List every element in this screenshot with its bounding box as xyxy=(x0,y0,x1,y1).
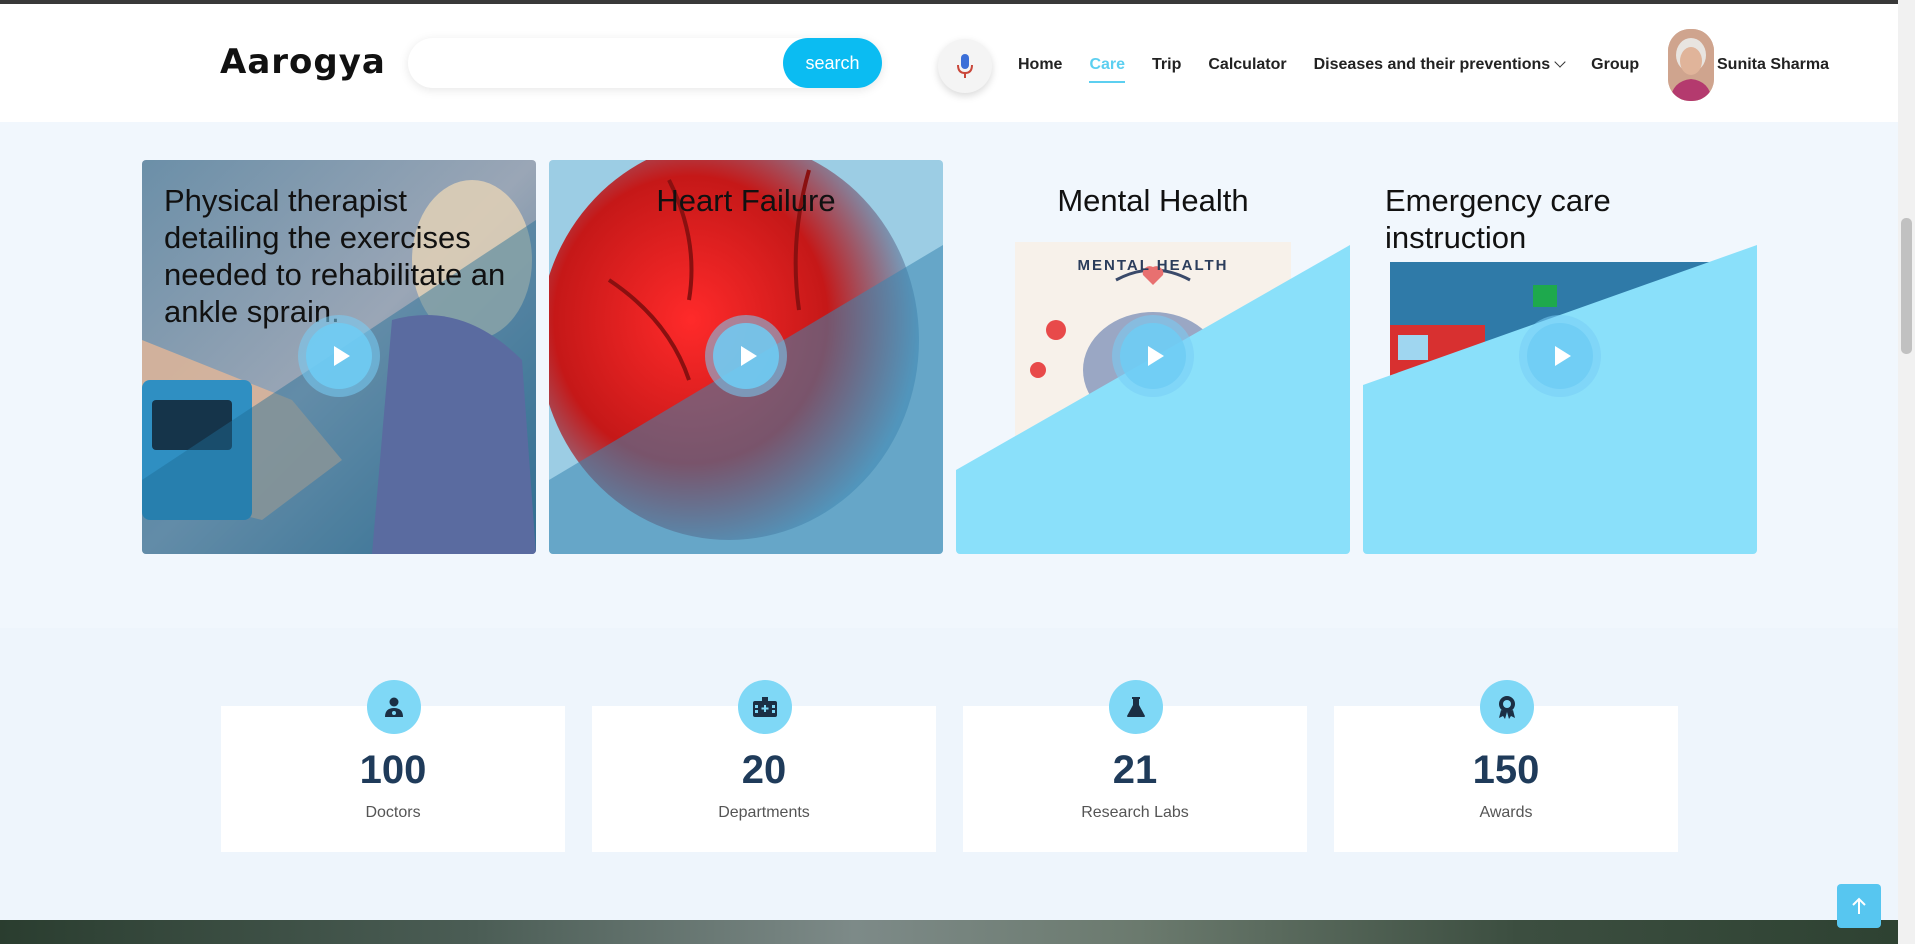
search-bar: search xyxy=(408,38,882,88)
play-circle xyxy=(306,323,372,389)
nav-home[interactable]: Home xyxy=(1018,56,1062,74)
stat-label: Departments xyxy=(718,804,810,821)
stat-value: 21 xyxy=(1112,748,1158,792)
microphone-icon xyxy=(957,54,973,78)
video-title: Emergency care instruction xyxy=(1385,183,1611,255)
search-button[interactable]: search xyxy=(783,38,882,88)
video-title: Mental Health xyxy=(1057,183,1249,218)
play-icon xyxy=(333,346,350,366)
search-input[interactable] xyxy=(424,46,774,80)
site-logo[interactable]: Aarogya xyxy=(220,42,386,82)
stat-value: 150 xyxy=(1472,748,1540,792)
video-card-physical-therapy[interactable]: Physical therapist detailing the exercis… xyxy=(142,160,536,554)
avatar[interactable] xyxy=(1668,29,1714,101)
stat-label: Doctors xyxy=(365,804,421,821)
video-title: Physical therapist detailing the exercis… xyxy=(164,183,506,329)
play-icon xyxy=(740,346,757,366)
arrow-up-icon xyxy=(1852,897,1866,914)
play-button[interactable] xyxy=(1519,315,1601,397)
nav-diseases-label: Diseases and their preventions xyxy=(1313,56,1551,73)
play-icon xyxy=(1147,346,1164,366)
user-name[interactable]: Sunita Sharma xyxy=(1717,56,1829,74)
stat-value: 100 xyxy=(359,748,427,792)
play-circle xyxy=(1527,323,1593,389)
stat-card-research-labs: 21 Research Labs xyxy=(963,680,1307,852)
doctor-icon xyxy=(367,680,421,734)
main-nav: Home Care Trip Calculator Diseases and t… xyxy=(1018,56,1666,83)
chevron-down-icon xyxy=(1554,56,1566,68)
video-card-heart-failure[interactable]: Heart Failure xyxy=(549,160,943,554)
play-circle xyxy=(713,323,779,389)
voice-search-button[interactable] xyxy=(938,39,992,93)
stat-label: Awards xyxy=(1479,804,1533,821)
stat-label: Research Labs xyxy=(1081,804,1189,821)
back-to-top-button[interactable] xyxy=(1837,884,1881,928)
play-button[interactable] xyxy=(1112,315,1194,397)
page-scrollbar[interactable] xyxy=(1898,0,1915,944)
user-photo-icon xyxy=(1668,29,1714,101)
nav-care[interactable]: Care xyxy=(1089,56,1125,83)
scrollbar-thumb[interactable] xyxy=(1901,218,1912,354)
nav-trip[interactable]: Trip xyxy=(1152,56,1181,74)
award-icon xyxy=(1480,680,1534,734)
nav-diseases[interactable]: Diseases and their preventions xyxy=(1313,56,1566,74)
video-card-mental-health[interactable]: MENTAL HEALTH Mental Health xyxy=(956,160,1350,554)
stat-card-awards: 150 Awards xyxy=(1334,680,1678,852)
site-header: Aarogya search Home Care Trip Calculator… xyxy=(0,4,1898,122)
nav-calculator[interactable]: Calculator xyxy=(1208,56,1286,74)
footer-banner-image xyxy=(0,920,1898,944)
stat-card-departments: 20 Departments xyxy=(592,680,936,852)
video-title: Heart Failure xyxy=(656,183,836,218)
mental-health-caption: MENTAL HEALTH xyxy=(1077,257,1229,274)
stat-card-doctors: 100 Doctors xyxy=(221,680,565,852)
video-card-emergency-care[interactable]: Emergency care instruction xyxy=(1363,160,1757,554)
flask-icon xyxy=(1109,680,1163,734)
nav-group[interactable]: Group xyxy=(1591,56,1639,74)
play-icon xyxy=(1554,346,1571,366)
stat-value: 20 xyxy=(741,748,787,792)
play-circle xyxy=(1120,323,1186,389)
play-button[interactable] xyxy=(298,315,380,397)
play-button[interactable] xyxy=(705,315,787,397)
hospital-icon xyxy=(738,680,792,734)
